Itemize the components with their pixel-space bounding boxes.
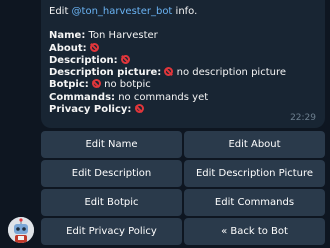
commands-label: Commands: (49, 91, 116, 103)
name-label: Name: (49, 30, 86, 42)
edit-about-button[interactable]: Edit About (184, 131, 325, 158)
botpic-label: Botpic: (49, 79, 89, 91)
bot-message-bubble: Edit @ton_harvester_bot info. Name: Ton … (41, 0, 325, 128)
edit-name-button[interactable]: Edit Name (41, 131, 182, 158)
edit-privacy-policy-button[interactable]: Edit Privacy Policy (41, 218, 182, 245)
description-label: Description: (49, 54, 118, 66)
description-picture-label: Description picture: (49, 67, 162, 79)
inline-keyboard: Edit Name Edit About Edit Description Ed… (41, 131, 325, 245)
message-timestamp: 22:29 (290, 112, 316, 123)
description-picture-line: Description picture: no description pict… (49, 67, 317, 79)
edit-botpic-button[interactable]: Edit Botpic (41, 189, 182, 216)
intro-prefix: Edit (49, 6, 72, 17)
no-entry-icon (134, 104, 144, 114)
no-entry-icon (120, 54, 130, 64)
bot-mention-link[interactable]: @ton_harvester_bot (72, 6, 173, 17)
edit-description-button[interactable]: Edit Description (41, 160, 182, 187)
name-value: Ton Harvester (85, 30, 158, 42)
botpic-value: no botpic (100, 79, 151, 91)
about-label: About: (49, 42, 87, 54)
no-entry-icon (89, 42, 99, 52)
privacy-label: Privacy Policy: (49, 104, 132, 116)
intro-suffix: info. (172, 6, 198, 17)
edit-commands-button[interactable]: Edit Commands (184, 189, 325, 216)
privacy-line: Privacy Policy: (49, 104, 317, 116)
robot-icon (8, 217, 34, 243)
commands-value: no commands yet (115, 91, 209, 103)
commands-line: Commands: no commands yet (49, 92, 317, 104)
back-to-bot-button[interactable]: « Back to Bot (184, 218, 325, 245)
edit-description-picture-button[interactable]: Edit Description Picture (184, 160, 325, 187)
description-line: Description: (49, 54, 317, 67)
name-line: Name: Ton Harvester (49, 30, 317, 42)
no-entry-icon (91, 79, 101, 89)
no-entry-icon (164, 67, 174, 77)
about-line: About: (49, 42, 317, 55)
intro-line: Edit @ton_harvester_bot info. (49, 6, 317, 18)
description-picture-value: no description picture (173, 67, 287, 79)
bot-avatar[interactable] (8, 217, 34, 243)
botpic-line: Botpic: no botpic (49, 79, 317, 91)
